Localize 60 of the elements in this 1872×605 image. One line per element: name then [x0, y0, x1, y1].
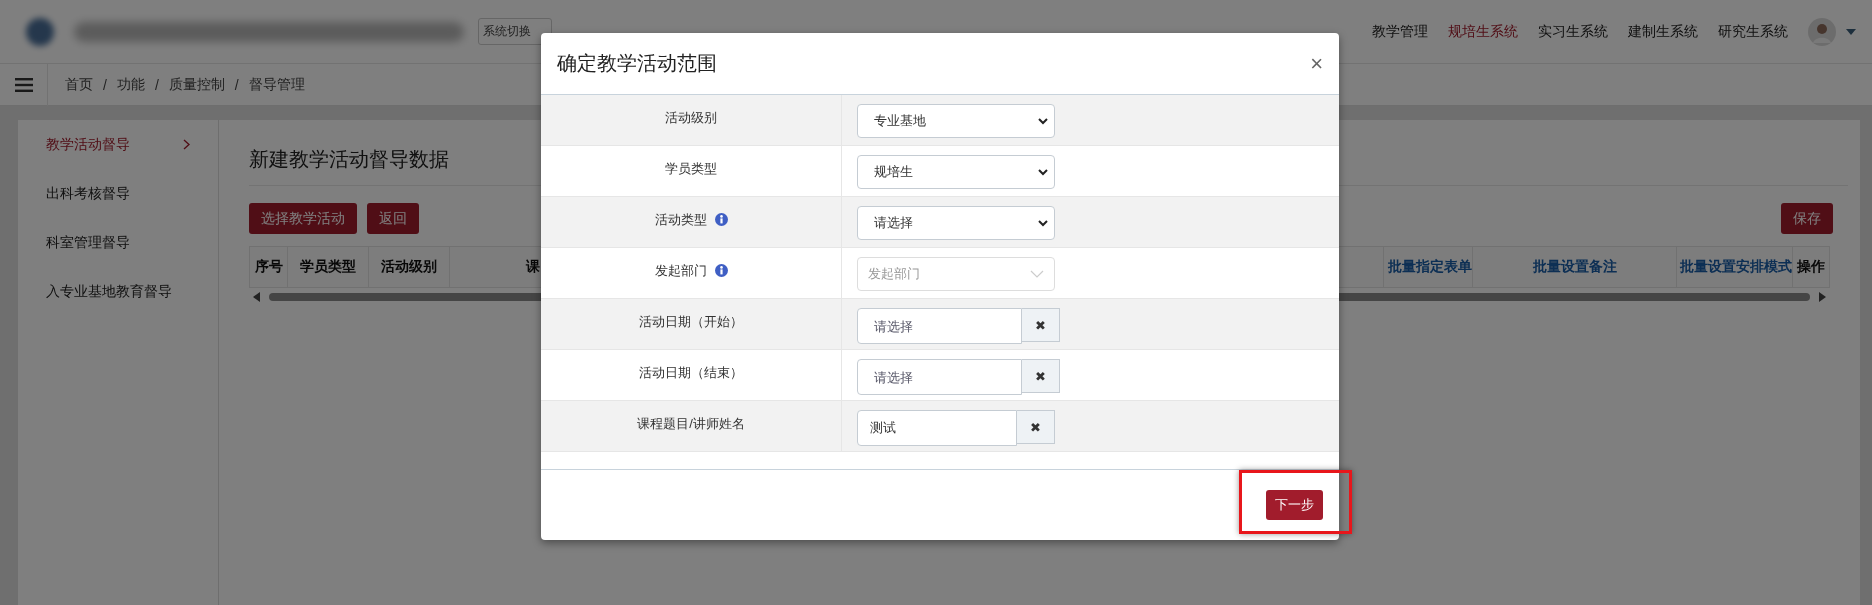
menu-icon[interactable] — [14, 77, 33, 92]
chevron-down-icon — [1030, 270, 1044, 278]
action-button[interactable]: 返回 — [367, 203, 419, 234]
field-label: 活动日期（开始） — [639, 313, 743, 331]
dialog-title: 确定教学活动范围 — [557, 51, 717, 76]
breadcrumb-link[interactable]: 首页 — [65, 75, 93, 94]
input-field[interactable]: 请选择 — [857, 359, 1022, 395]
field-label: 活动日期（结束） — [639, 364, 743, 382]
breadcrumb-separator: / — [234, 76, 239, 93]
column-header-link[interactable]: 批量指定表单 — [1388, 258, 1472, 276]
close-button[interactable]: × — [1306, 50, 1327, 77]
info-icon[interactable] — [714, 213, 728, 226]
caret-icon[interactable] — [1846, 28, 1856, 35]
select-field[interactable]: 发起部门 — [857, 257, 1055, 291]
field-label: 发起部门 — [654, 262, 707, 280]
breadcrumb-separator: / — [103, 76, 107, 93]
select-field[interactable]: 请选择 — [857, 206, 1055, 240]
nav-link[interactable]: 研究生系统 — [1718, 22, 1788, 41]
sidebar-item[interactable]: 出科考核督导 — [18, 169, 218, 218]
clear-button[interactable]: ✖ — [1017, 410, 1055, 444]
next-button[interactable]: 下一步 — [1266, 490, 1323, 520]
sidebar-item[interactable]: 入专业基地教育督导 — [18, 267, 218, 316]
scroll-right-icon[interactable] — [1818, 292, 1826, 302]
field-label: 活动类型 — [654, 211, 707, 229]
sidebar-item[interactable]: 科室管理督导 — [18, 218, 218, 267]
column-header: 序号 — [254, 258, 283, 276]
breadcrumb-link[interactable]: 功能 — [116, 75, 145, 94]
column-header-link[interactable]: 批量设置备注 — [1532, 258, 1617, 276]
clear-button[interactable]: ✖ — [1022, 308, 1060, 342]
clear-button[interactable]: ✖ — [1022, 359, 1060, 393]
field-label: 活动级别 — [665, 109, 717, 127]
column-header-link[interactable]: 批量设置安排模式 — [1680, 258, 1792, 276]
select-field[interactable]: 专业基地 — [857, 104, 1055, 138]
chevron-down-icon — [1038, 117, 1048, 125]
column-header: 活动级别 — [381, 258, 437, 276]
action-button[interactable]: 选择教学活动 — [249, 203, 357, 234]
field-label: 学员类型 — [665, 160, 717, 178]
breadcrumb-separator: / — [154, 76, 159, 93]
scroll-left-icon[interactable] — [253, 292, 261, 302]
column-header: 操作 — [1797, 258, 1825, 276]
info-icon[interactable] — [714, 264, 728, 277]
system-switch-button[interactable]: 系统切换 — [478, 18, 552, 45]
input-field[interactable]: 请选择 — [857, 308, 1022, 344]
select-field[interactable]: 规培生 — [857, 155, 1055, 189]
nav-link[interactable]: 规培生系统 — [1448, 22, 1518, 41]
chevron-down-icon — [1038, 219, 1048, 227]
chevron-icon — [183, 139, 190, 150]
breadcrumb-link[interactable]: 质量控制 — [168, 75, 225, 94]
sidebar-item[interactable]: 教学活动督导 — [18, 120, 218, 169]
nav-link[interactable]: 教学管理 — [1372, 22, 1428, 41]
chevron-down-icon — [1038, 168, 1048, 176]
breadcrumb-link[interactable]: 督导管理 — [248, 75, 305, 94]
column-header: 课 — [526, 258, 540, 276]
input-field[interactable]: 测试 — [857, 410, 1017, 446]
avatar-icon[interactable] — [1808, 17, 1836, 46]
field-label: 课程题目/讲师姓名 — [637, 415, 745, 433]
nav-link[interactable]: 实习生系统 — [1538, 22, 1608, 41]
nav-link[interactable]: 建制生系统 — [1628, 22, 1698, 41]
save-button[interactable]: 保存 — [1781, 203, 1833, 234]
column-header: 学员类型 — [300, 258, 356, 276]
